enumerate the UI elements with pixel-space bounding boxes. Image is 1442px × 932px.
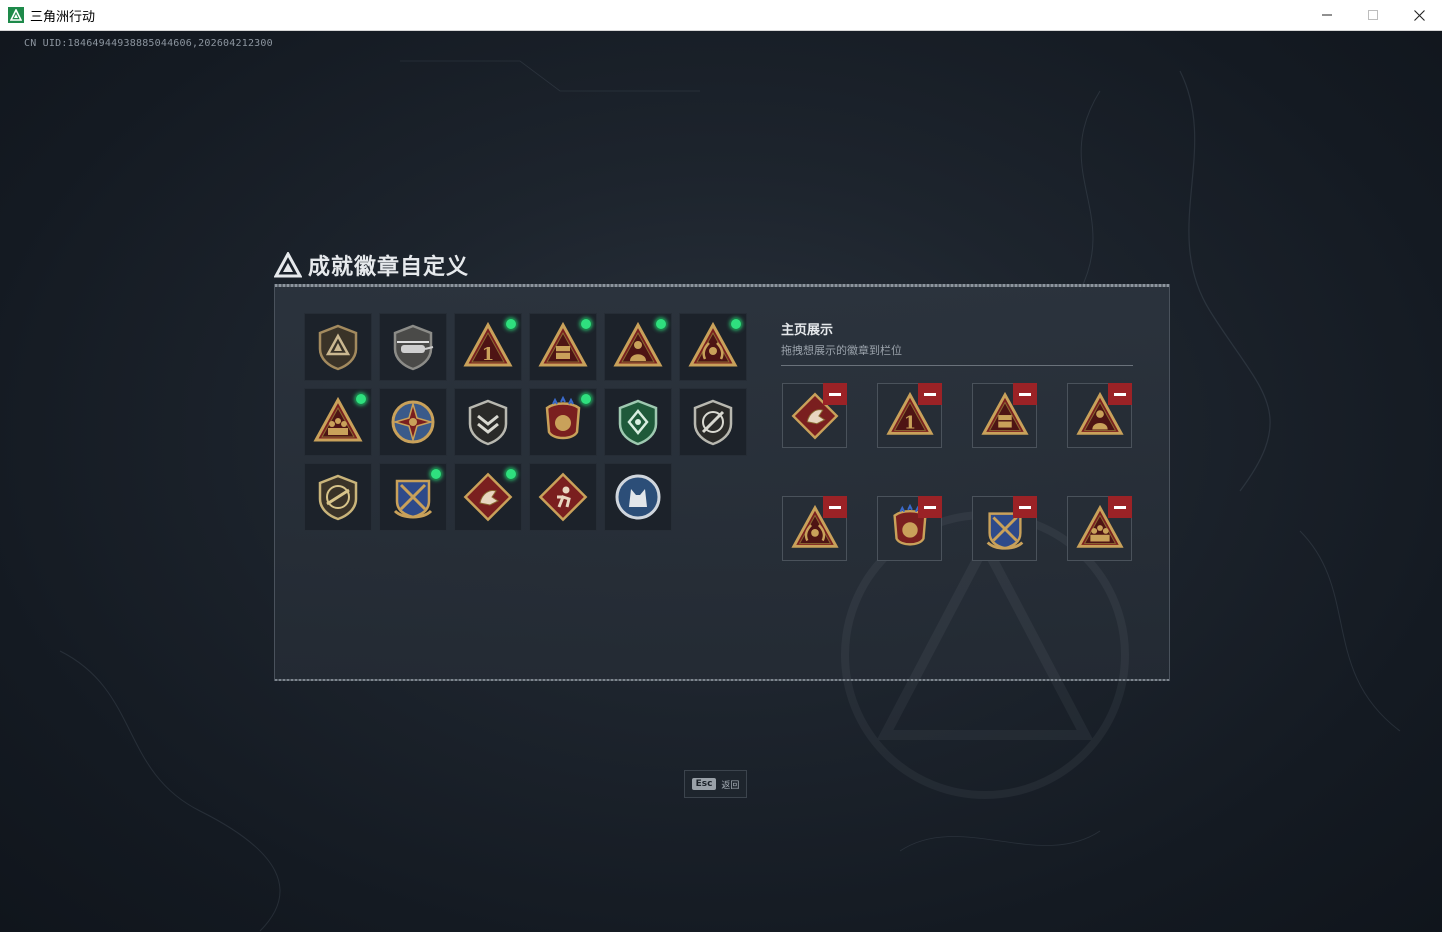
panel-bottom-border — [275, 679, 1169, 681]
window-controls — [1304, 0, 1442, 30]
minimize-button[interactable] — [1304, 0, 1350, 30]
game-window: 三角洲行动 CN UID:18464944938885044606,202604… — [0, 0, 1442, 932]
svg-text:1: 1 — [482, 344, 495, 365]
minus-icon — [829, 505, 841, 509]
rifle-shield-badge-icon — [318, 474, 358, 521]
display-section-header: 主页展示 拖拽想展示的徽章到栏位 — [781, 319, 1133, 366]
maximize-icon — [1368, 10, 1378, 20]
new-indicator-dot — [430, 468, 442, 480]
inventory-badge-slot[interactable] — [604, 313, 672, 381]
back-label: 返回 — [721, 780, 740, 791]
display-badge-slot[interactable] — [782, 496, 847, 561]
crossed-rifles-crest-badge-icon — [393, 479, 433, 519]
display-badge-slot[interactable] — [972, 496, 1037, 561]
display-divider — [781, 365, 1133, 366]
dragon-diamond-badge-icon — [463, 472, 513, 522]
display-badge-slot[interactable] — [972, 383, 1037, 448]
new-indicator-dot — [580, 393, 592, 405]
inventory-badge-slot[interactable]: 1 — [454, 313, 522, 381]
inventory-badge-slot[interactable] — [454, 463, 522, 531]
display-slot-grid: 1 — [782, 383, 1132, 561]
minus-icon — [829, 392, 841, 396]
display-section-subtitle: 拖拽想展示的徽章到栏位 — [781, 344, 902, 357]
display-badge-slot[interactable] — [782, 383, 847, 448]
new-indicator-dot — [355, 393, 367, 405]
inventory-badge-slot[interactable] — [604, 463, 672, 531]
badge-inventory-grid: 1 — [304, 313, 747, 531]
remove-badge-button[interactable] — [1108, 383, 1132, 405]
inventory-badge-slot[interactable] — [379, 313, 447, 381]
remove-badge-button[interactable] — [823, 383, 847, 405]
remove-badge-button[interactable] — [1013, 383, 1037, 405]
minus-icon — [1019, 392, 1031, 396]
new-indicator-dot — [655, 318, 667, 330]
svg-text:1: 1 — [903, 413, 915, 433]
close-button[interactable] — [1396, 0, 1442, 30]
soldier-triangle-badge-icon — [613, 321, 663, 367]
blade-shield-badge-icon — [693, 399, 733, 446]
remove-badge-button[interactable] — [918, 496, 942, 518]
supply-crate-triangle-badge-icon — [538, 321, 588, 367]
inventory-badge-slot[interactable] — [604, 388, 672, 456]
page-heading: 成就徽章自定义 — [274, 249, 469, 281]
inventory-badge-slot[interactable] — [529, 463, 597, 531]
shield-triangle-badge-icon — [318, 324, 358, 371]
runner-diamond-badge-icon — [538, 472, 588, 522]
panel-top-border — [275, 284, 1169, 287]
star-compass-badge-icon — [391, 400, 435, 444]
display-badge-slot[interactable] — [1067, 496, 1132, 561]
display-badge-slot[interactable] — [877, 496, 942, 561]
maximize-button[interactable] — [1350, 0, 1396, 30]
minus-icon — [1114, 505, 1126, 509]
display-badge-slot[interactable] — [1067, 383, 1132, 448]
new-indicator-dot — [580, 318, 592, 330]
laurel-triangle-badge-icon — [688, 321, 738, 367]
minus-icon — [924, 392, 936, 396]
remove-badge-button[interactable] — [1013, 496, 1037, 518]
badge-customize-panel: 1 主页展示 拖拽想展示的徽章到栏位 1 — [274, 284, 1170, 799]
minus-icon — [924, 505, 936, 509]
minus-icon — [1019, 505, 1031, 509]
new-indicator-dot — [505, 468, 517, 480]
helicopter-badge-icon — [393, 324, 434, 371]
remove-badge-button[interactable] — [918, 383, 942, 405]
remove-badge-button[interactable] — [1108, 496, 1132, 518]
inventory-badge-slot[interactable] — [529, 313, 597, 381]
inventory-badge-slot[interactable] — [454, 388, 522, 456]
starred-crest-badge-icon — [545, 396, 581, 440]
chevron-shield-badge-icon — [468, 399, 508, 446]
inventory-badge-slot[interactable] — [304, 313, 372, 381]
new-indicator-dot — [505, 318, 517, 330]
inventory-badge-slot[interactable] — [529, 388, 597, 456]
number-one-triangle-badge-icon: 1 — [463, 321, 513, 367]
game-area: CN UID:18464944938885044606,202604212300… — [0, 31, 1442, 932]
window-title: 三角洲行动 — [30, 9, 96, 25]
squad-triangle-badge-icon — [313, 396, 363, 442]
inventory-badge-slot[interactable] — [679, 388, 747, 456]
close-icon — [1413, 9, 1425, 21]
minus-icon — [1114, 392, 1126, 396]
remove-badge-button[interactable] — [823, 496, 847, 518]
minimize-icon — [1322, 14, 1332, 16]
inventory-badge-slot[interactable] — [304, 463, 372, 531]
display-badge-slot[interactable]: 1 — [877, 383, 942, 448]
inventory-badge-slot[interactable] — [304, 388, 372, 456]
back-button[interactable]: Esc 返回 — [684, 770, 747, 798]
inventory-badge-slot[interactable] — [679, 313, 747, 381]
app-logo-icon — [8, 7, 24, 23]
inventory-badge-slot[interactable] — [379, 463, 447, 531]
page-title: 成就徽章自定义 — [308, 255, 470, 280]
new-indicator-dot — [730, 318, 742, 330]
wolf-circle-badge-icon — [615, 474, 661, 520]
inventory-badge-slot[interactable] — [379, 388, 447, 456]
player-uid: CN UID:18464944938885044606,202604212300 — [24, 38, 273, 49]
title-bar[interactable]: 三角洲行动 — [0, 0, 1442, 31]
display-section-title: 主页展示 — [781, 323, 834, 338]
esc-key-badge: Esc — [691, 778, 717, 790]
delta-logo-icon — [274, 252, 302, 278]
green-diamond-shield-badge-icon — [618, 399, 658, 446]
